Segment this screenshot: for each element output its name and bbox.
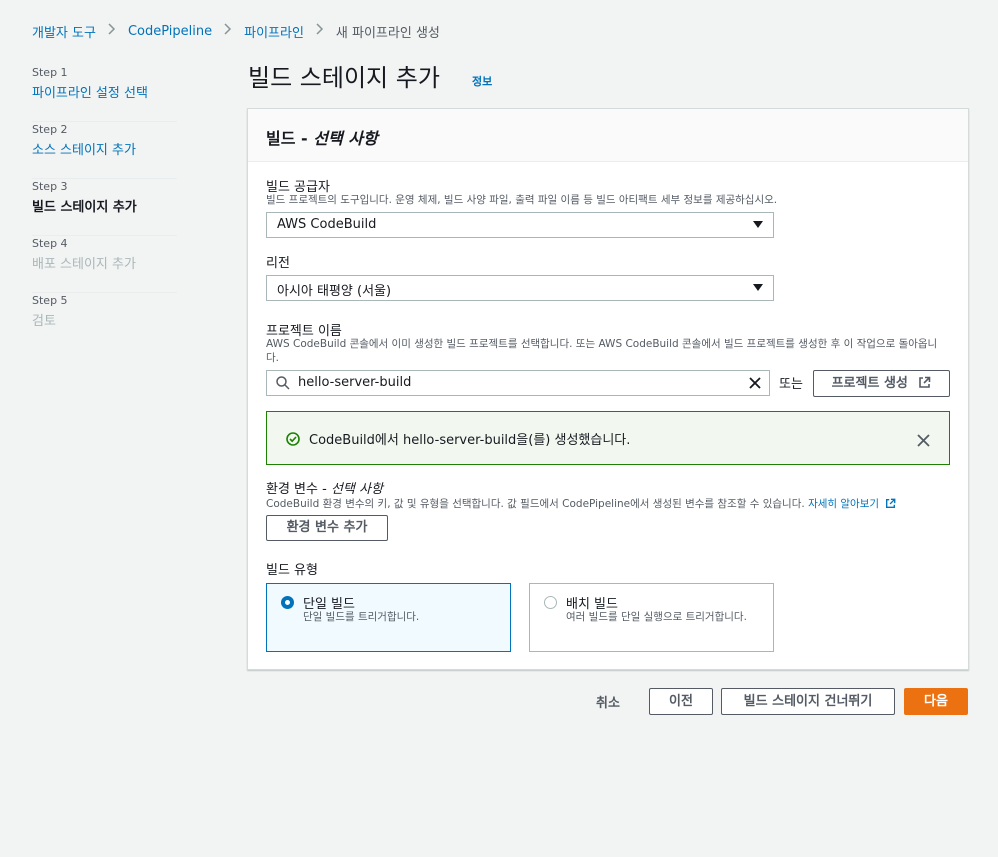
panel-header: 빌드 - 선택 사항 <box>248 109 968 162</box>
create-project-button[interactable]: 프로젝트 생성 <box>813 370 950 397</box>
alert-message: CodeBuild에서 hello-server-build을(를) 생성했습니… <box>309 433 631 448</box>
step-number: Step 5 <box>32 294 68 307</box>
env-vars-label: 환경 변수 - 선택 사항 <box>266 478 383 497</box>
caret-down-icon <box>753 284 763 291</box>
env-vars-label-main: 환경 변수 - <box>266 482 331 497</box>
step-title[interactable]: 소스 스테이지 추가 <box>32 141 177 161</box>
learn-more-link[interactable]: 자세히 알아보기 <box>808 498 879 510</box>
caret-down-icon <box>753 221 763 228</box>
info-link[interactable]: 정보 <box>472 73 492 89</box>
external-link-icon <box>918 373 931 398</box>
breadcrumb: 개발자 도구 CodePipeline 파이프라인 새 파이프라인 생성 <box>32 22 440 41</box>
page-title: 빌드 스테이지 추가 <box>248 64 440 92</box>
skip-build-stage-button[interactable]: 빌드 스테이지 건너뛰기 <box>721 688 895 715</box>
project-name-value: hello-server-build <box>298 375 412 390</box>
wizard-step-2: Step 2 소스 스테이지 추가 <box>32 122 177 179</box>
breadcrumb-pipelines[interactable]: 파이프라인 <box>244 22 304 41</box>
panel-title-optional: 선택 사항 <box>313 129 378 148</box>
build-panel: 빌드 - 선택 사항 빌드 공급자 빌드 프로젝트의 도구입니다. 운영 체제,… <box>247 108 969 670</box>
radio-unselected-icon <box>544 596 557 609</box>
batch-build-option[interactable]: 배치 빌드 여러 빌드를 단일 실행으로 트리거합니다. <box>529 583 774 652</box>
wizard-step-3: Step 3 빌드 스테이지 추가 <box>32 179 177 236</box>
single-build-option[interactable]: 단일 빌드 단일 빌드를 트리거합니다. <box>266 583 511 652</box>
chevron-right-icon <box>224 23 232 39</box>
wizard-step-5: Step 5 검토 <box>32 293 177 350</box>
step-title[interactable]: 파이프라인 설정 선택 <box>32 84 177 104</box>
region-value: 아시아 태평양 (서울) <box>277 284 392 299</box>
wizard-step-1: Step 1 파이프라인 설정 선택 <box>32 65 177 122</box>
previous-button[interactable]: 이전 <box>649 688 713 715</box>
breadcrumb-codepipeline[interactable]: CodePipeline <box>128 24 212 39</box>
env-vars-label-optional: 선택 사항 <box>330 482 383 497</box>
cancel-button[interactable]: 취소 <box>596 692 620 711</box>
close-icon[interactable] <box>917 432 930 451</box>
search-icon <box>276 376 290 394</box>
breadcrumb-current: 새 파이프라인 생성 <box>335 25 440 41</box>
option-description: 여러 빌드를 단일 실행으로 트리거합니다. <box>566 611 747 623</box>
chevron-right-icon <box>108 23 116 39</box>
step-number: Step 2 <box>32 123 68 136</box>
step-title: 배포 스테이지 추가 <box>32 257 136 272</box>
build-provider-select[interactable]: AWS CodeBuild <box>266 212 774 238</box>
next-button[interactable]: 다음 <box>904 688 968 715</box>
project-name-description: AWS CodeBuild 콘솔에서 이미 생성한 빌드 프로젝트를 선택합니다… <box>266 338 938 364</box>
step-title: 빌드 스테이지 추가 <box>32 200 137 215</box>
env-vars-description-text: CodeBuild 환경 변수의 키, 값 및 유형을 선택합니다. 값 필드에… <box>266 498 805 510</box>
panel-title: 빌드 - 선택 사항 <box>266 125 378 149</box>
success-alert: CodeBuild에서 hello-server-build을(를) 생성했습니… <box>266 411 950 465</box>
radio-selected-icon <box>281 596 294 609</box>
step-number: Step 3 <box>32 180 68 193</box>
wizard-steps: Step 1 파이프라인 설정 선택 Step 2 소스 스테이지 추가 Ste… <box>32 65 177 350</box>
panel-title-main: 빌드 - <box>266 129 314 148</box>
build-provider-description: 빌드 프로젝트의 도구입니다. 운영 체제, 빌드 사양 파일, 출력 파일 이… <box>266 194 778 206</box>
add-env-var-button[interactable]: 환경 변수 추가 <box>266 515 388 541</box>
env-vars-description: CodeBuild 환경 변수의 키, 값 및 유형을 선택합니다. 값 필드에… <box>266 497 956 513</box>
clear-icon[interactable] <box>748 376 762 394</box>
step-number: Step 4 <box>32 237 68 250</box>
or-text: 또는 <box>779 377 803 392</box>
step-number: Step 1 <box>32 66 68 79</box>
build-type-label: 빌드 유형 <box>266 563 318 578</box>
external-link-icon <box>885 498 896 513</box>
project-name-input[interactable]: hello-server-build <box>266 370 770 396</box>
wizard-step-4: Step 4 배포 스테이지 추가 <box>32 236 177 293</box>
breadcrumb-developer-tools[interactable]: 개발자 도구 <box>32 22 96 41</box>
step-title: 검토 <box>32 314 56 329</box>
create-project-label: 프로젝트 생성 <box>831 376 908 391</box>
region-select[interactable]: 아시아 태평양 (서울) <box>266 275 774 301</box>
region-label: 리전 <box>266 256 290 271</box>
build-provider-value: AWS CodeBuild <box>277 217 377 232</box>
chevron-right-icon <box>316 23 324 39</box>
option-description: 단일 빌드를 트리거합니다. <box>303 611 420 623</box>
check-circle-icon <box>286 431 300 450</box>
